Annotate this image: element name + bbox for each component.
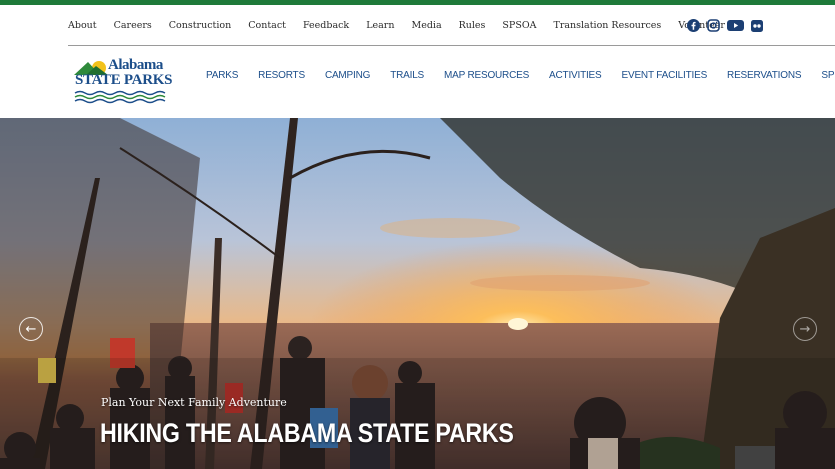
utility-nav: About Careers Construction Contact Feedb… — [68, 5, 742, 45]
main-header: Alabama STATE PARKS PARKS RESORTS CAMPIN… — [0, 46, 835, 118]
utility-link-learn[interactable]: Learn — [366, 20, 394, 31]
arrow-right-icon: → — [799, 321, 811, 337]
slideshow-prev-button[interactable]: ← — [19, 317, 43, 341]
nav-item-specials[interactable]: SPECIALS — [821, 70, 835, 81]
nav-item-resorts[interactable]: RESORTS — [258, 70, 305, 81]
hero-subtitle: Plan Your Next Family Adventure — [101, 396, 287, 409]
alabama-state-parks-logo[interactable]: Alabama STATE PARKS — [74, 56, 174, 106]
hero-slideshow: ← → — [0, 118, 835, 469]
instagram-icon[interactable] — [707, 17, 720, 36]
nav-item-camping[interactable]: CAMPING — [325, 70, 370, 81]
youtube-icon[interactable] — [727, 17, 744, 36]
utility-link-feedback[interactable]: Feedback — [303, 20, 349, 31]
utility-link-careers[interactable]: Careers — [114, 20, 152, 31]
utility-link-rules[interactable]: Rules — [459, 20, 486, 31]
logo-text-state-parks: STATE PARKS — [75, 72, 173, 88]
nav-item-activities[interactable]: ACTIVITIES — [549, 70, 602, 81]
main-nav: PARKS RESORTS CAMPING TRAILS MAP RESOURC… — [196, 46, 835, 104]
utility-bar: About Careers Construction Contact Feedb… — [0, 5, 835, 45]
utility-link-construction[interactable]: Construction — [169, 20, 231, 31]
utility-link-about[interactable]: About — [68, 20, 97, 31]
arrow-left-icon: ← — [25, 321, 37, 337]
nav-item-parks[interactable]: PARKS — [206, 70, 238, 81]
flickr-icon[interactable] — [751, 17, 763, 36]
utility-link-media[interactable]: Media — [411, 20, 441, 31]
social-links — [680, 17, 763, 36]
utility-link-contact[interactable]: Contact — [248, 20, 286, 31]
nav-item-map-resources[interactable]: MAP RESOURCES — [444, 70, 529, 81]
nav-item-event-facilities[interactable]: EVENT FACILITIES — [622, 70, 708, 81]
hero-title[interactable]: HIKING THE ALABAMA STATE PARKS — [100, 418, 514, 449]
utility-link-spsoa[interactable]: SPSOA — [502, 20, 536, 31]
nav-item-trails[interactable]: TRAILS — [390, 70, 424, 81]
utility-link-translation-resources[interactable]: Translation Resources — [553, 20, 661, 31]
hero-image-sunset-hikers — [0, 118, 835, 469]
facebook-icon[interactable] — [687, 17, 700, 36]
slideshow-next-button[interactable]: → — [793, 317, 817, 341]
nav-item-reservations[interactable]: RESERVATIONS — [727, 70, 801, 81]
